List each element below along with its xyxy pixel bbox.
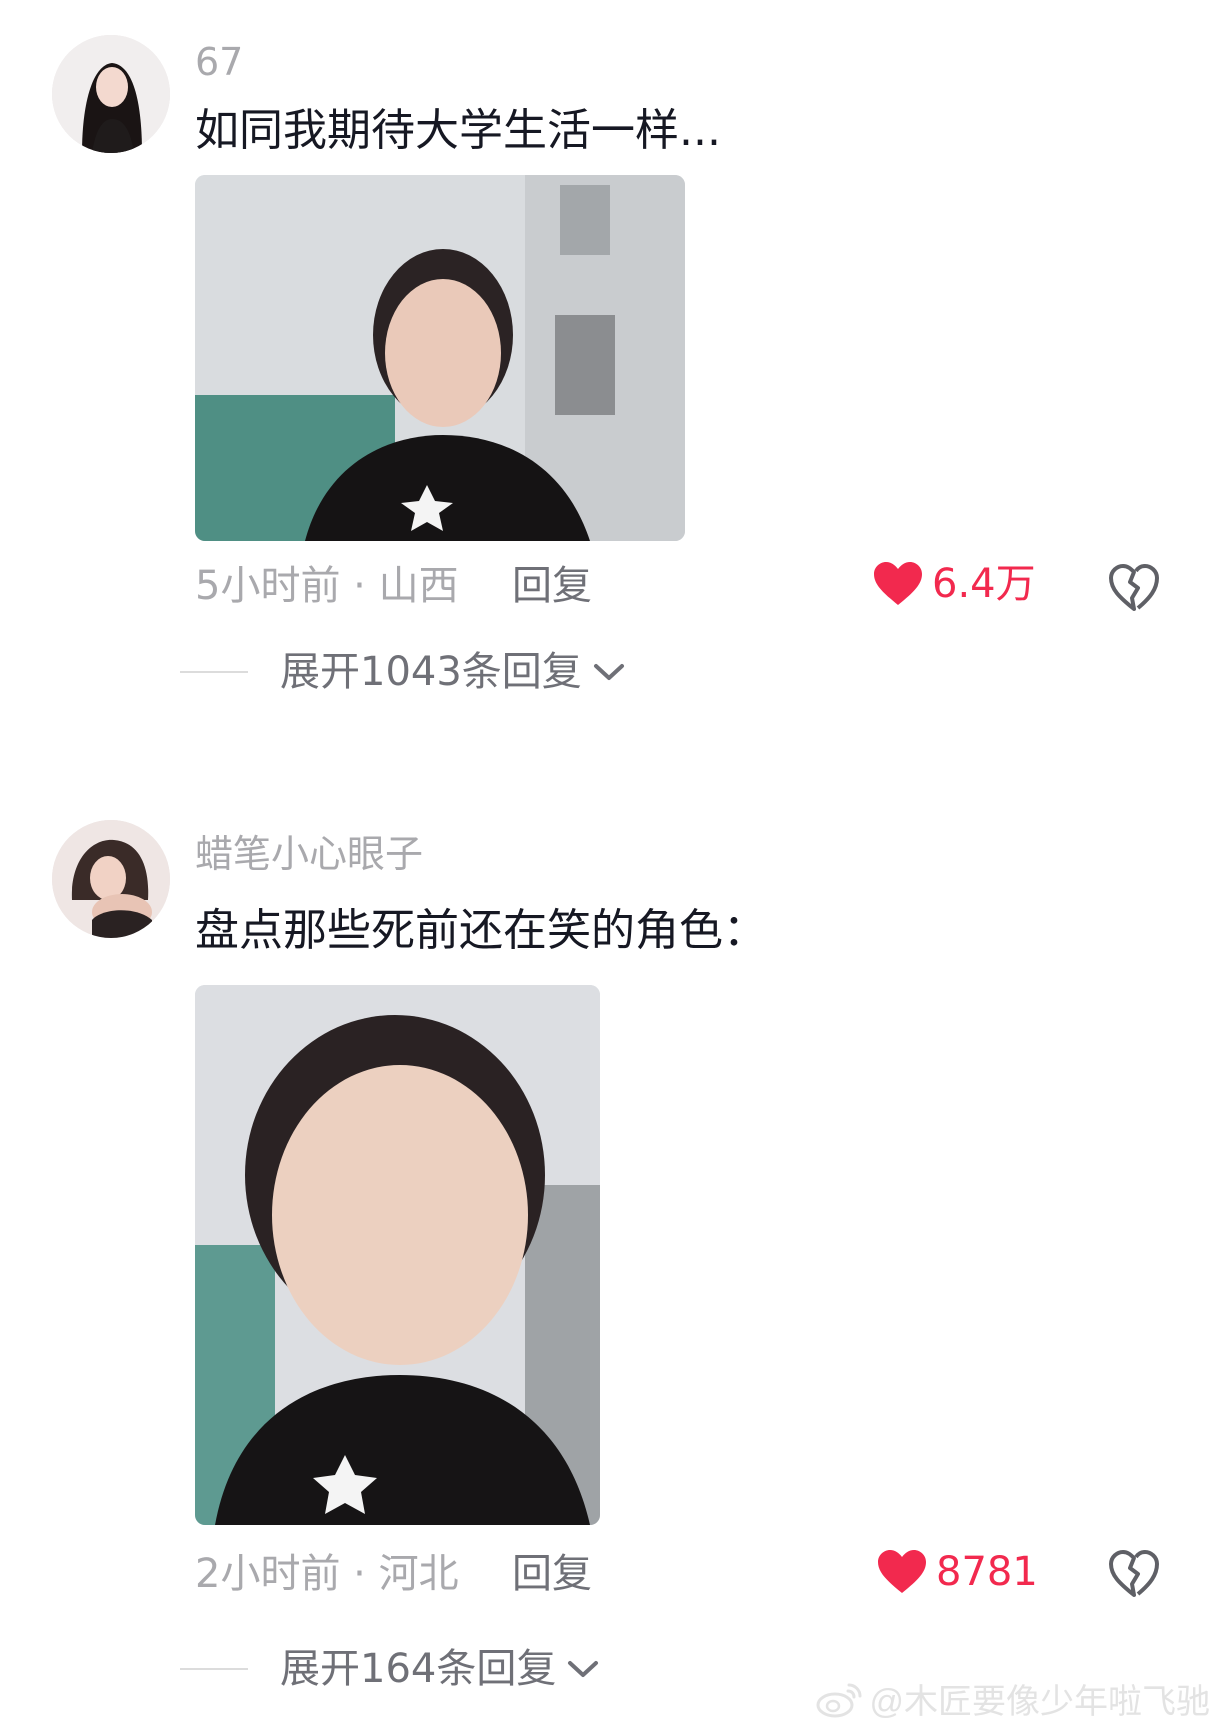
avatar[interactable] (52, 820, 170, 938)
reply-button[interactable]: 回复 (512, 1550, 592, 1598)
like-count: 6.4万 (932, 561, 1036, 607)
expand-replies[interactable]: 展开164条回复 (180, 1645, 600, 1693)
like-button[interactable]: 6.4万 (872, 560, 1036, 608)
comment-text: 盘点那些死前还在笑的角色： (195, 905, 767, 956)
comment-text: 如同我期待大学生活一样... (195, 105, 721, 156)
divider (180, 1668, 248, 1670)
expand-label: 展开1043条回复 (280, 649, 582, 695)
broken-heart-icon (1109, 1550, 1159, 1597)
chevron-down-icon (593, 664, 624, 680)
username[interactable]: 67 (195, 40, 243, 84)
time-location: 5小时前 · 山西 (195, 563, 459, 609)
watermark: @木匠要像少年啦飞驰 (815, 1674, 1210, 1723)
broken-heart-icon (1109, 564, 1159, 611)
expand-label: 展开164条回复 (280, 1646, 557, 1692)
watermark-text: @木匠要像少年啦飞驰 (869, 1683, 1210, 1721)
weibo-logo-icon (816, 1683, 862, 1717)
comment-image[interactable] (195, 175, 685, 541)
expand-replies[interactable]: 展开1043条回复 (180, 648, 626, 696)
time-location: 2小时前 · 河北 (195, 1551, 459, 1597)
reply-button[interactable]: 回复 (512, 562, 592, 610)
dislike-button[interactable] (1108, 1548, 1160, 1600)
comment-image[interactable] (195, 985, 600, 1525)
like-button[interactable]: 8781 (876, 1548, 1038, 1596)
heart-icon (874, 562, 922, 605)
dislike-button[interactable] (1108, 562, 1160, 614)
avatar[interactable] (52, 35, 170, 153)
divider (180, 671, 248, 673)
heart-icon (878, 1550, 926, 1593)
chevron-down-icon (568, 1661, 599, 1677)
like-count: 8781 (936, 1549, 1038, 1595)
username[interactable]: 蜡笔小心眼子 (195, 832, 423, 876)
